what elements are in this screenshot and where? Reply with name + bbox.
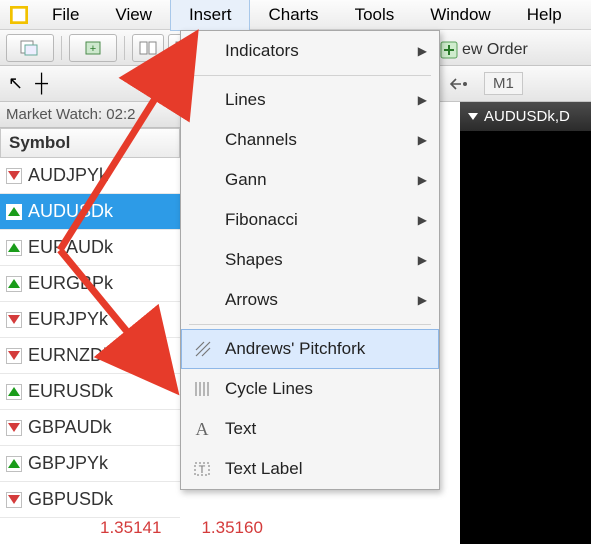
insert-dropdown: Indicators▶ Lines▶ Channels▶ Gann▶ Fibon… (180, 30, 440, 490)
submenu-arrow-icon: ▶ (418, 93, 427, 107)
svg-text:+: + (90, 43, 96, 55)
symbol-row[interactable]: GBPUSDk (0, 482, 180, 518)
chart-tab[interactable]: AUDUSDk,D (460, 102, 591, 132)
menu-gann[interactable]: Gann▶ (181, 160, 439, 200)
mw-toggle-button[interactable] (132, 34, 164, 62)
symbol-name: AUDUSDk (28, 201, 113, 222)
arrow-up-icon (6, 240, 22, 256)
new-chart-button[interactable] (6, 34, 54, 62)
menu-channels[interactable]: Channels▶ (181, 120, 439, 160)
arrow-up-icon (6, 204, 22, 220)
arrow-up-icon (6, 276, 22, 292)
price-row: 1.35141 1.35160 (0, 518, 180, 546)
symbol-name: AUDJPYk (28, 165, 108, 186)
submenu-arrow-icon: ▶ (418, 44, 427, 58)
menu-lines[interactable]: Lines▶ (181, 80, 439, 120)
ask-price: 1.35160 (201, 518, 262, 546)
symbol-row[interactable]: EURJPYk (0, 302, 180, 338)
chart-window[interactable]: AUDUSDk,D (460, 102, 591, 544)
menu-text[interactable]: A Text (181, 409, 439, 449)
pitchfork-icon (192, 338, 214, 360)
arrow-down-icon (6, 312, 22, 328)
menu-help[interactable]: Help (509, 0, 580, 30)
symbol-name: EURAUDk (28, 237, 113, 258)
symbol-row[interactable]: GBPJPYk (0, 446, 180, 482)
submenu-arrow-icon: ▶ (418, 133, 427, 147)
crosshair-icon[interactable]: ┼ (35, 73, 48, 94)
menu-arrows[interactable]: Arrows▶ (181, 280, 439, 320)
app-logo-icon (10, 6, 28, 24)
chart-toolbar: M1 (440, 66, 591, 102)
symbol-column-header[interactable]: Symbol (0, 128, 180, 158)
menu-indicators[interactable]: Indicators▶ (181, 31, 439, 71)
new-order-label: ew Order (462, 41, 528, 59)
symbol-name: EURUSDk (28, 381, 113, 402)
menu-fibonacci[interactable]: Fibonacci▶ (181, 200, 439, 240)
svg-text:T: T (199, 464, 206, 476)
arrow-down-icon (6, 492, 22, 508)
chart-area: M1 AUDUSDk,D (440, 66, 591, 544)
menu-bar: File View Insert Charts Tools Window Hel… (0, 0, 591, 30)
symbol-row[interactable]: GBPAUDk (0, 410, 180, 446)
symbol-row[interactable]: EURUSDk (0, 374, 180, 410)
symbol-name: EURJPYk (28, 309, 108, 330)
symbol-row[interactable]: AUDJPYk (0, 158, 180, 194)
symbol-row[interactable]: EURAUDk (0, 230, 180, 266)
symbol-name: EURGBPk (28, 273, 113, 294)
shift-icon[interactable] (448, 75, 470, 93)
bid-price: 1.35141 (100, 518, 161, 546)
arrow-down-icon (6, 168, 22, 184)
symbol-name: GBPUSDk (28, 489, 113, 510)
arrow-up-icon (6, 384, 22, 400)
menu-view[interactable]: View (97, 0, 170, 30)
plus-icon (440, 41, 458, 59)
text-icon: A (191, 418, 213, 440)
drawing-toolbar: ↖ ┼ (0, 66, 180, 102)
profiles-button[interactable]: + (69, 34, 117, 62)
menu-shapes[interactable]: Shapes▶ (181, 240, 439, 280)
submenu-arrow-icon: ▶ (418, 293, 427, 307)
chart-title: AUDUSDk,D (484, 108, 570, 125)
symbol-name: GBPJPYk (28, 453, 108, 474)
menu-window[interactable]: Window (412, 0, 508, 30)
menu-file[interactable]: File (34, 0, 97, 30)
menu-insert[interactable]: Insert (170, 0, 251, 31)
arrow-up-icon (6, 456, 22, 472)
cycle-lines-icon (191, 378, 213, 400)
menu-cycle-lines[interactable]: Cycle Lines (181, 369, 439, 409)
symbol-name: GBPAUDk (28, 417, 112, 438)
submenu-arrow-icon: ▶ (418, 253, 427, 267)
symbol-row[interactable]: EURGBPk (0, 266, 180, 302)
toolbar-separator (124, 36, 125, 60)
menu-andrews-pitchfork[interactable]: Andrews' Pitchfork (181, 329, 439, 369)
menu-charts[interactable]: Charts (250, 0, 336, 30)
left-panel: ↖ ┼ Market Watch: 02:2 Symbol AUDJPYk AU… (0, 66, 180, 546)
dropdown-icon (468, 113, 478, 120)
market-watch-header: Market Watch: 02:2 (0, 102, 180, 128)
toolbar-separator (61, 36, 62, 60)
submenu-arrow-icon: ▶ (418, 173, 427, 187)
new-order-button[interactable]: ew Order (440, 36, 528, 64)
menu-separator (189, 75, 431, 76)
arrow-down-icon (6, 420, 22, 436)
submenu-arrow-icon: ▶ (418, 213, 427, 227)
arrow-down-icon (6, 348, 22, 364)
symbol-row[interactable]: EURNZDk (0, 338, 180, 374)
cursor-icon[interactable]: ↖ (8, 73, 23, 94)
timeframe-m1[interactable]: M1 (484, 72, 523, 95)
symbol-row[interactable]: AUDUSDk (0, 194, 180, 230)
text-label-icon: T (191, 458, 213, 480)
menu-tools[interactable]: Tools (337, 0, 413, 30)
symbol-name: EURNZDk (28, 345, 112, 366)
menu-separator (189, 324, 431, 325)
menu-text-label[interactable]: T Text Label (181, 449, 439, 489)
